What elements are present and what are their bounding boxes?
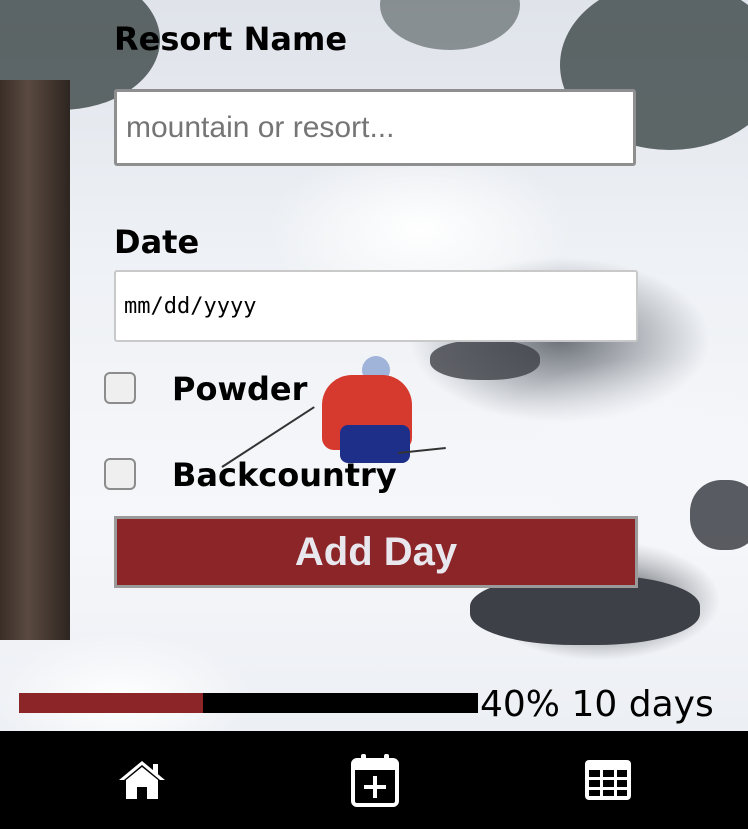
nav-log-table[interactable] bbox=[548, 731, 668, 829]
calendar-plus-icon bbox=[351, 754, 399, 807]
season-progress-bar bbox=[19, 693, 478, 713]
grid-table-icon bbox=[585, 760, 631, 800]
progress-summary: 40% 10 days bbox=[480, 684, 714, 725]
season-progress-fill bbox=[19, 693, 203, 713]
backcountry-checkbox[interactable] bbox=[104, 458, 136, 490]
date-label: Date bbox=[114, 223, 200, 261]
add-day-button[interactable]: Add Day bbox=[114, 516, 638, 588]
home-icon bbox=[119, 761, 165, 799]
rock bbox=[690, 480, 748, 550]
powder-label: Powder bbox=[172, 370, 308, 408]
bottom-nav bbox=[0, 731, 748, 829]
date-input-placeholder: mm/dd/yyyy bbox=[124, 293, 257, 319]
resort-name-input[interactable] bbox=[114, 89, 636, 166]
rock bbox=[430, 340, 540, 380]
date-input[interactable]: mm/dd/yyyy bbox=[114, 270, 638, 342]
progress-days: 10 days bbox=[571, 684, 714, 725]
powder-checkbox[interactable] bbox=[104, 372, 136, 404]
tree-trunk bbox=[0, 80, 70, 640]
progress-percent: 40% bbox=[480, 684, 561, 725]
backcountry-label: Backcountry bbox=[172, 456, 397, 494]
resort-name-label: Resort Name bbox=[114, 20, 348, 58]
nav-add-day[interactable] bbox=[315, 731, 435, 829]
nav-home[interactable] bbox=[82, 731, 202, 829]
add-day-button-label: Add Day bbox=[294, 529, 458, 574]
tree-foliage bbox=[380, 0, 520, 50]
